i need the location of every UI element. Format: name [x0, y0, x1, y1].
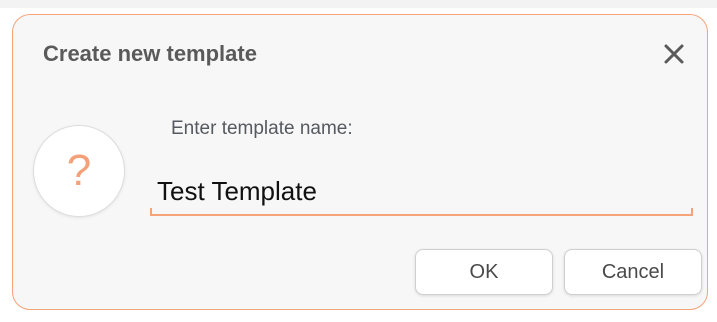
template-name-input[interactable]: [149, 169, 694, 213]
create-template-dialog: Create new template ? Enter template nam…: [12, 14, 708, 310]
template-name-label: Enter template name:: [171, 118, 353, 139]
background-strip: [0, 0, 717, 8]
question-mark-icon: ?: [33, 125, 125, 217]
dialog-title: Create new template: [43, 41, 257, 66]
cancel-button[interactable]: Cancel: [564, 249, 702, 295]
ok-button[interactable]: OK: [415, 249, 553, 295]
close-icon[interactable]: [661, 41, 687, 67]
question-mark-glyph: ?: [66, 146, 92, 195]
input-underline: [150, 208, 693, 216]
